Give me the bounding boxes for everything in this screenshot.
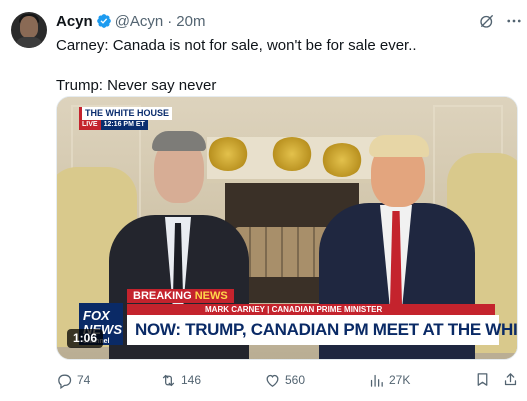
avatar-shirt xyxy=(15,37,43,48)
subline-title: CANADIAN PRIME MINISTER xyxy=(271,305,383,314)
tweet-header: Acyn @Acyn · 20m xyxy=(56,11,205,31)
fox-logo-word: FOX xyxy=(83,308,110,323)
tweet-timestamp[interactable]: 20m xyxy=(176,13,205,30)
video-player[interactable]: THE WHITE HOUSE LIVE 12:16 PM ET BREAKIN… xyxy=(56,96,518,360)
live-label: LIVE xyxy=(79,120,101,130)
white-house-live-bug: THE WHITE HOUSE LIVE 12:16 PM ET xyxy=(79,107,183,131)
tweet-text: Carney: Canada is not for sale, won't be… xyxy=(56,36,516,96)
breaking-word: BREAKING xyxy=(133,290,192,302)
author-name[interactable]: Acyn xyxy=(56,13,93,30)
like-count: 560 xyxy=(285,373,306,387)
reply-count: 74 xyxy=(77,373,91,387)
gold-ornament xyxy=(207,137,249,171)
views-icon xyxy=(370,374,383,387)
more-icon[interactable] xyxy=(505,12,523,30)
breaking-news-tag: BREAKING NEWS xyxy=(127,289,499,303)
breaking-news-label: BREAKING NEWS xyxy=(127,289,234,303)
subline-separator: | xyxy=(267,305,270,314)
tweet-text-line: Carney: Canada is not for sale, won't be… xyxy=(56,37,417,54)
like-button[interactable]: 560 xyxy=(264,368,305,392)
repost-icon xyxy=(162,374,175,386)
lower-third-subline: MARK CARNEY | CANADIAN PRIME MINISTER xyxy=(127,304,495,315)
tweet-card[interactable]: Acyn @Acyn · 20m Carney: Canada is not f… xyxy=(0,0,527,401)
live-clock: 12:16 PM ET xyxy=(100,120,148,130)
share-icon[interactable] xyxy=(502,371,519,388)
lower-third-headline: NOW: TRUMP, CANADIAN PM MEET AT THE WHIT… xyxy=(127,315,517,345)
gold-ornament xyxy=(321,143,363,177)
person-left-hair xyxy=(152,131,206,151)
reply-button[interactable]: 74 xyxy=(56,368,90,392)
wh-title: THE WHITE HOUSE xyxy=(79,107,173,120)
header-separator: · xyxy=(167,12,173,30)
bookmark-icon[interactable] xyxy=(474,371,491,388)
wh-live-strip: LIVE 12:16 PM ET xyxy=(79,120,148,130)
person-right-hair xyxy=(369,135,429,157)
action-bar: 74 146 560 27K xyxy=(56,368,518,392)
news-word: NEWS xyxy=(194,290,228,302)
text-spacer xyxy=(56,56,516,76)
video-duration-badge: 1:06 xyxy=(67,329,104,348)
views-button[interactable]: 27K xyxy=(368,368,410,392)
grok-icon[interactable] xyxy=(478,12,496,30)
subline-name: MARK CARNEY xyxy=(205,305,265,314)
tweet-text-line: Trump: Never say never xyxy=(56,77,217,94)
avatar[interactable] xyxy=(11,12,47,48)
views-count: 27K xyxy=(389,373,411,387)
heart-icon xyxy=(266,374,279,387)
gold-ornament xyxy=(271,137,313,171)
repost-count: 146 xyxy=(181,373,202,387)
repost-button[interactable]: 146 xyxy=(160,368,201,392)
reply-icon xyxy=(58,374,72,389)
author-handle[interactable]: @Acyn xyxy=(115,13,164,30)
avatar-face xyxy=(20,16,38,38)
verified-badge-icon xyxy=(96,13,112,29)
